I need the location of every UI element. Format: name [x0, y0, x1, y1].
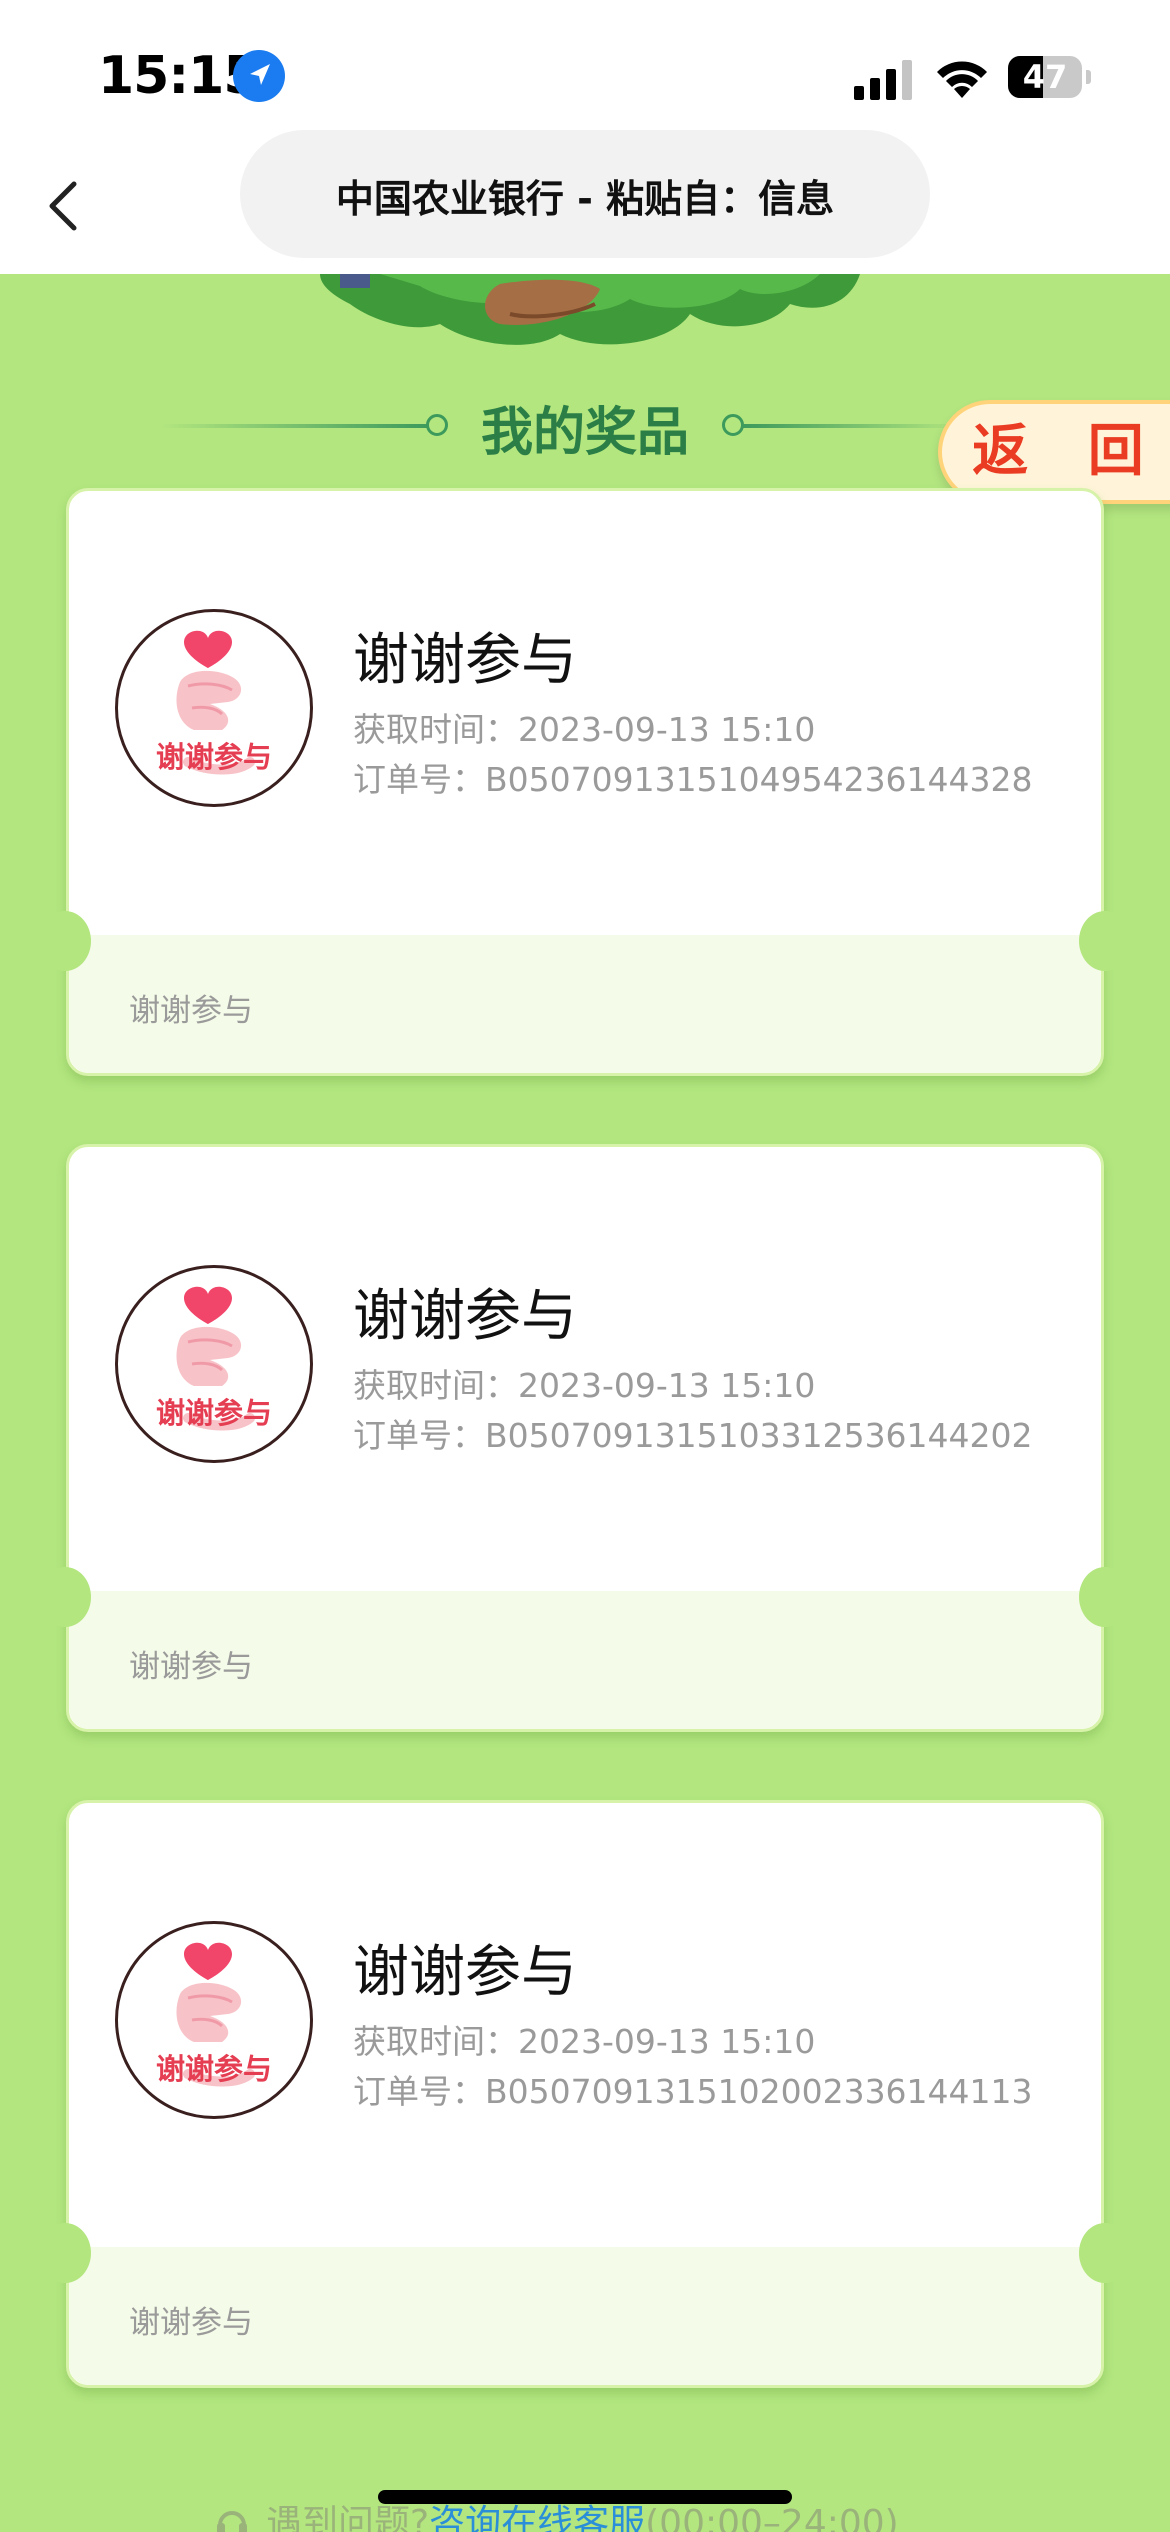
prize-footer-text: 谢谢参与 [129, 2305, 253, 2341]
headset-icon [217, 2511, 247, 2532]
online-service-link[interactable]: 咨询在线客服 [429, 2503, 645, 2532]
section-divider-dot [722, 414, 744, 436]
service-hours: (00:00–24:00) [645, 2503, 899, 2532]
prize-order-number: 订单号：B0507091315104954236144328 [353, 760, 1033, 799]
thanks-heart-icon: 谢谢参与 [115, 1265, 313, 1463]
prize-icon-caption: 谢谢参与 [155, 740, 272, 774]
thanks-heart-icon: 谢谢参与 [115, 609, 313, 807]
prize-name: 谢谢参与 [353, 1940, 577, 2005]
prize-time: 获取时间：2023-09-13 15:10 [353, 2022, 816, 2061]
battery-indicator: 47 [1008, 56, 1092, 98]
prize-footer-text: 谢谢参与 [129, 993, 253, 1029]
prize-card[interactable]: 谢谢参与 谢谢参与 获取时间：2023-09-13 15:10 订单号：B050… [39, 1144, 1131, 1732]
wifi-icon [937, 61, 987, 98]
section-title: 我的奖品 [480, 403, 689, 463]
section-divider-right [742, 424, 962, 428]
prize-order-number: 订单号：B0507091315102002336144113 [353, 2072, 1033, 2111]
banner-illustration [0, 274, 1170, 394]
thanks-heart-icon: 谢谢参与 [115, 1921, 313, 2119]
section-divider-left [160, 424, 430, 428]
prize-time: 获取时间：2023-09-13 15:10 [353, 710, 816, 749]
cellular-signal-icon [854, 60, 912, 100]
prize-card[interactable]: 谢谢参与 谢谢参与 获取时间：2023-09-13 15:10 订单号：B050… [39, 1800, 1131, 2388]
back-chevron-icon[interactable] [40, 176, 90, 236]
help-text: 遇到问题? [266, 2503, 430, 2532]
prize-footer-text: 谢谢参与 [129, 1649, 253, 1685]
prize-icon-caption: 谢谢参与 [155, 1396, 272, 1430]
prize-card[interactable]: 谢谢参与 谢谢参与 获取时间：2023-09-13 15:10 订单号：B050… [39, 488, 1131, 1076]
prize-name: 谢谢参与 [353, 1284, 577, 1349]
page-title: 中国农业银行 - 粘贴自：信息 [335, 177, 835, 221]
top-bar: 15:15 47 中国农业银行 - 粘贴自：信息 [0, 0, 1170, 274]
location-arrow-icon [233, 50, 285, 102]
prize-icon-caption: 谢谢参与 [155, 2052, 272, 2086]
home-indicator[interactable] [378, 2490, 792, 2504]
prize-name: 谢谢参与 [353, 628, 577, 693]
section-divider-dot [426, 414, 448, 436]
prize-time: 获取时间：2023-09-13 15:10 [353, 1366, 816, 1405]
prize-order-number: 订单号：B0507091315103312536144202 [353, 1416, 1033, 1455]
battery-percent: 47 [1022, 58, 1068, 96]
